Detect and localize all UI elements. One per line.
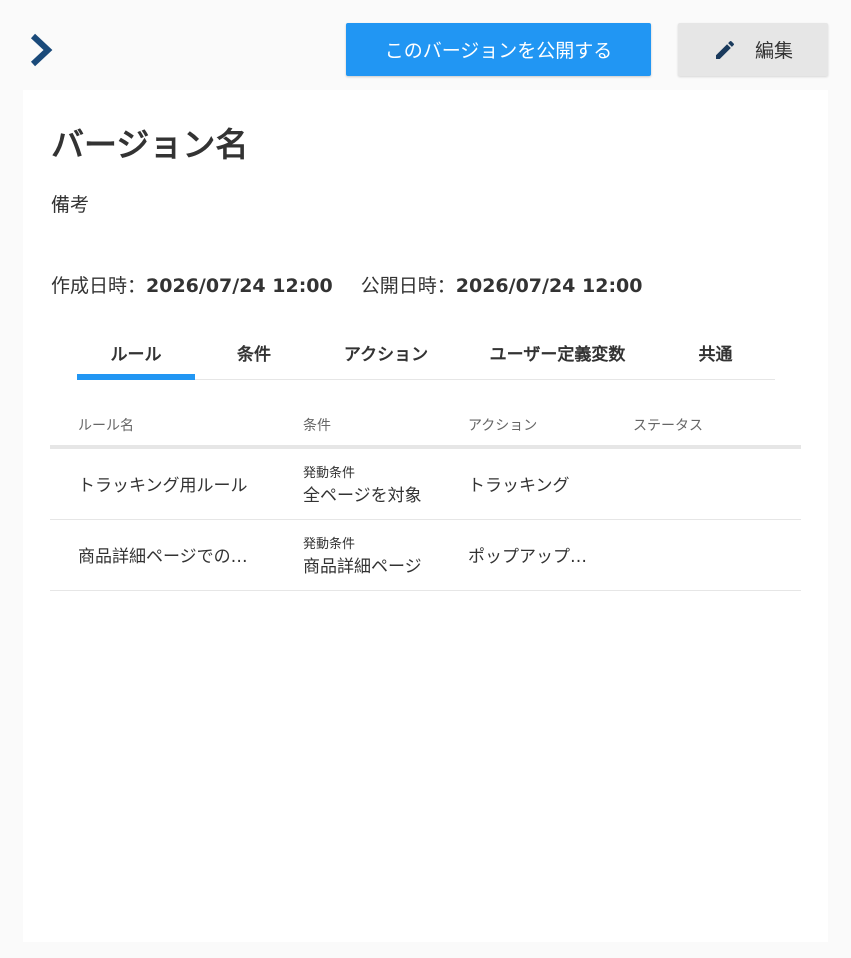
pencil-icon bbox=[715, 40, 734, 59]
condition-type: 発動条件 bbox=[303, 466, 356, 481]
table-row[interactable]: トラッキング用ルール 発動条件 全ページを対象 トラッキング bbox=[50, 449, 801, 520]
chevron-right-icon[interactable] bbox=[26, 30, 56, 70]
tab-conditions[interactable]: 条件 bbox=[195, 325, 313, 379]
rule-name: 商品詳細ページでの… bbox=[78, 547, 248, 567]
tab-user-variables-label: ユーザー定義変数 bbox=[489, 344, 626, 365]
tab-rules-label: ルール bbox=[110, 344, 162, 365]
column-header-rule-name: ルール名 bbox=[78, 418, 134, 434]
published-value: 2026/07/24 12:00 bbox=[455, 275, 643, 297]
published-label: 公開日時： bbox=[360, 275, 456, 297]
column-header-action: アクション bbox=[468, 418, 538, 434]
table-row[interactable]: 商品詳細ページでの… 発動条件 商品詳細ページ ポップアップ… bbox=[50, 520, 801, 591]
publish-version-label: このバージョンを公開する bbox=[384, 40, 613, 62]
column-header-status: ステータス bbox=[633, 418, 703, 434]
tab-rules[interactable]: ルール bbox=[77, 325, 195, 380]
tab-actions-label: アクション bbox=[343, 344, 429, 365]
action-name: トラッキング bbox=[468, 476, 570, 496]
rules-table: ルール名 条件 アクション ステータス トラッキング用ルール 発動条件 全ページ… bbox=[50, 405, 801, 591]
tab-conditions-label: 条件 bbox=[237, 344, 271, 365]
publish-version-button[interactable]: このバージョンを公開する bbox=[346, 23, 651, 76]
version-dates: 作成日時：2026/07/24 12:00 公開日時：2026/07/24 12:… bbox=[51, 271, 643, 298]
edit-button[interactable]: 編集 bbox=[678, 23, 828, 76]
tab-common-label: 共通 bbox=[698, 344, 733, 365]
created-value: 2026/07/24 12:00 bbox=[146, 275, 333, 297]
table-header: ルール名 条件 アクション ステータス bbox=[50, 405, 801, 449]
condition-value: 商品詳細ページ bbox=[303, 557, 422, 577]
version-name: バージョン名 bbox=[51, 125, 249, 164]
tab-actions[interactable]: アクション bbox=[313, 325, 459, 379]
edit-label: 編集 bbox=[754, 40, 793, 62]
column-header-condition: 条件 bbox=[303, 418, 331, 434]
tab-bar: ルール 条件 アクション ユーザー定義変数 共通 bbox=[77, 325, 775, 380]
tab-common[interactable]: 共通 bbox=[656, 325, 775, 379]
version-detail-card: バージョン名 備考 作成日時：2026/07/24 12:00 公開日時：2026… bbox=[23, 90, 828, 942]
rule-name: トラッキング用ルール bbox=[78, 476, 248, 496]
tab-user-variables[interactable]: ユーザー定義変数 bbox=[459, 325, 656, 379]
condition-type: 発動条件 bbox=[303, 537, 356, 552]
action-name: ポップアップ… bbox=[468, 547, 587, 567]
created-label: 作成日時： bbox=[51, 275, 147, 297]
version-note: 備考 bbox=[51, 194, 90, 216]
condition-value: 全ページを対象 bbox=[303, 486, 422, 506]
